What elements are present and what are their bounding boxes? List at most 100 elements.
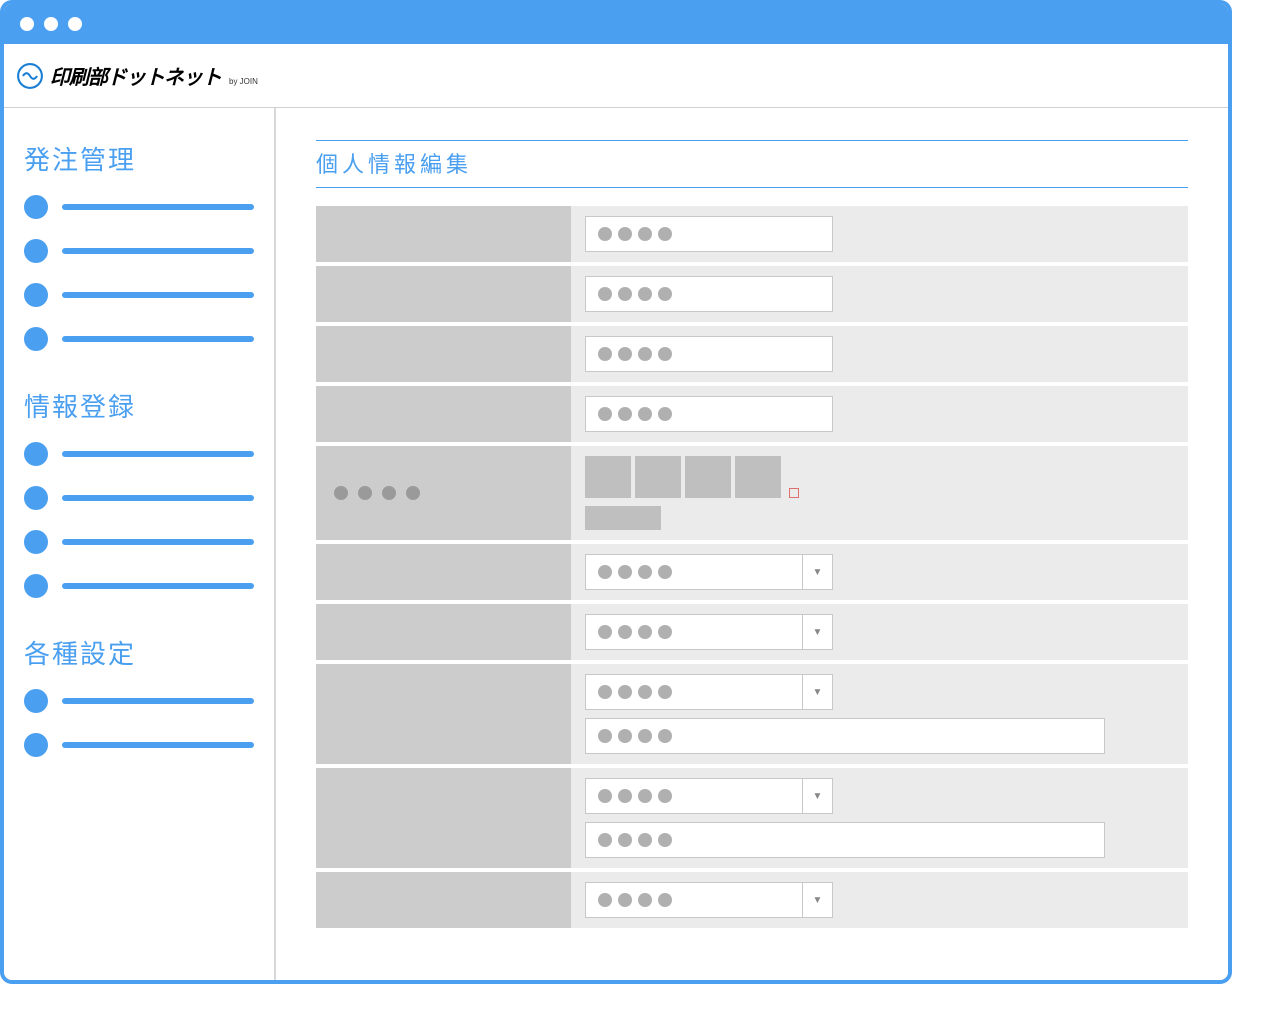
placeholder-dot — [638, 729, 652, 743]
logo-icon — [16, 62, 44, 90]
nav-item[interactable] — [24, 530, 254, 554]
form-input-cell: ▼ — [571, 604, 1188, 660]
nav-section: 発注管理 — [24, 140, 254, 351]
form-table: ▼ ▼ ▼ ▼ ▼ — [316, 206, 1188, 928]
nav-item-placeholder — [62, 583, 254, 589]
nav-item[interactable] — [24, 689, 254, 713]
form-label-cell — [316, 266, 571, 322]
form-label-cell — [316, 206, 571, 262]
select-input[interactable]: ▼ — [585, 778, 833, 814]
placeholder-dot — [658, 407, 672, 421]
form-row — [316, 386, 1188, 442]
form-row: ▼ — [316, 872, 1188, 928]
form-input-cell — [571, 446, 1188, 540]
nav-item[interactable] — [24, 327, 254, 351]
form-label-cell — [316, 872, 571, 928]
text-input[interactable] — [585, 822, 1105, 858]
placeholder-dot — [618, 407, 632, 421]
placeholder-dot — [658, 893, 672, 907]
form-row — [316, 206, 1188, 262]
logo[interactable]: 印刷部ドットネット by JOIN — [16, 61, 258, 90]
placeholder-dot — [658, 729, 672, 743]
upload-thumbnail[interactable] — [685, 456, 731, 498]
form-input-cell: ▼ — [571, 872, 1188, 928]
upload-thumbnail[interactable] — [585, 456, 631, 498]
placeholder-dot — [638, 893, 652, 907]
placeholder-dot — [598, 625, 612, 639]
text-input[interactable] — [585, 336, 833, 372]
placeholder-dot — [658, 625, 672, 639]
placeholder-dot — [598, 893, 612, 907]
text-input[interactable] — [585, 718, 1105, 754]
nav-item-placeholder — [62, 742, 254, 748]
chrome-dot — [44, 17, 58, 31]
placeholder-dot — [334, 486, 348, 500]
nav-bullet-icon — [24, 530, 48, 554]
chrome-dot — [68, 17, 82, 31]
chrome-dot — [20, 17, 34, 31]
text-input[interactable] — [585, 396, 833, 432]
form-row — [316, 326, 1188, 382]
placeholder-dot — [658, 833, 672, 847]
placeholder-dot — [598, 287, 612, 301]
chevron-down-icon: ▼ — [802, 779, 832, 813]
nav-bullet-icon — [24, 283, 48, 307]
placeholder-dot — [618, 729, 632, 743]
placeholder-dot — [658, 789, 672, 803]
placeholder-dot — [598, 227, 612, 241]
form-row — [316, 266, 1188, 322]
nav-item[interactable] — [24, 239, 254, 263]
upload-thumbnail[interactable] — [735, 456, 781, 498]
nav-bullet-icon — [24, 327, 48, 351]
form-row: ▼ — [316, 604, 1188, 660]
placeholder-dot — [598, 407, 612, 421]
logo-text: 印刷部ドットネット — [50, 61, 221, 90]
form-label-cell — [316, 768, 571, 868]
form-input-cell: ▼ — [571, 664, 1188, 764]
placeholder-dot — [598, 789, 612, 803]
placeholder-dot — [638, 407, 652, 421]
upload-button[interactable] — [585, 506, 661, 530]
placeholder-dot — [598, 685, 612, 699]
placeholder-dot — [618, 347, 632, 361]
nav-item[interactable] — [24, 442, 254, 466]
placeholder-dot — [598, 833, 612, 847]
nav-item-placeholder — [62, 539, 254, 545]
nav-heading: 情報登録 — [24, 387, 254, 424]
text-input[interactable] — [585, 216, 833, 252]
placeholder-dot — [638, 227, 652, 241]
placeholder-dot — [618, 789, 632, 803]
nav-bullet-icon — [24, 442, 48, 466]
app-body: 発注管理情報登録各種設定 個人情報編集 ▼▼▼▼▼ — [4, 108, 1228, 980]
select-input[interactable]: ▼ — [585, 614, 833, 650]
nav-section: 各種設定 — [24, 634, 254, 757]
form-input-cell: ▼ — [571, 768, 1188, 868]
placeholder-dot — [658, 685, 672, 699]
nav-item[interactable] — [24, 486, 254, 510]
text-input[interactable] — [585, 276, 833, 312]
nav-item[interactable] — [24, 283, 254, 307]
placeholder-dot — [638, 347, 652, 361]
placeholder-dot — [638, 789, 652, 803]
form-label-cell — [316, 386, 571, 442]
placeholder-dot — [358, 486, 372, 500]
select-input[interactable]: ▼ — [585, 554, 833, 590]
chevron-down-icon: ▼ — [802, 675, 832, 709]
form-row: ▼ — [316, 768, 1188, 868]
form-label-cell — [316, 604, 571, 660]
nav-bullet-icon — [24, 195, 48, 219]
form-label-cell — [316, 326, 571, 382]
placeholder-dot — [598, 347, 612, 361]
placeholder-dot — [658, 227, 672, 241]
nav-item[interactable] — [24, 733, 254, 757]
nav-item[interactable] — [24, 195, 254, 219]
placeholder-dot — [618, 287, 632, 301]
placeholder-dot — [382, 486, 396, 500]
placeholder-dot — [618, 833, 632, 847]
upload-thumbnail[interactable] — [635, 456, 681, 498]
nav-item-placeholder — [62, 204, 254, 210]
select-input[interactable]: ▼ — [585, 674, 833, 710]
select-input[interactable]: ▼ — [585, 882, 833, 918]
form-row — [316, 446, 1188, 540]
nav-item[interactable] — [24, 574, 254, 598]
